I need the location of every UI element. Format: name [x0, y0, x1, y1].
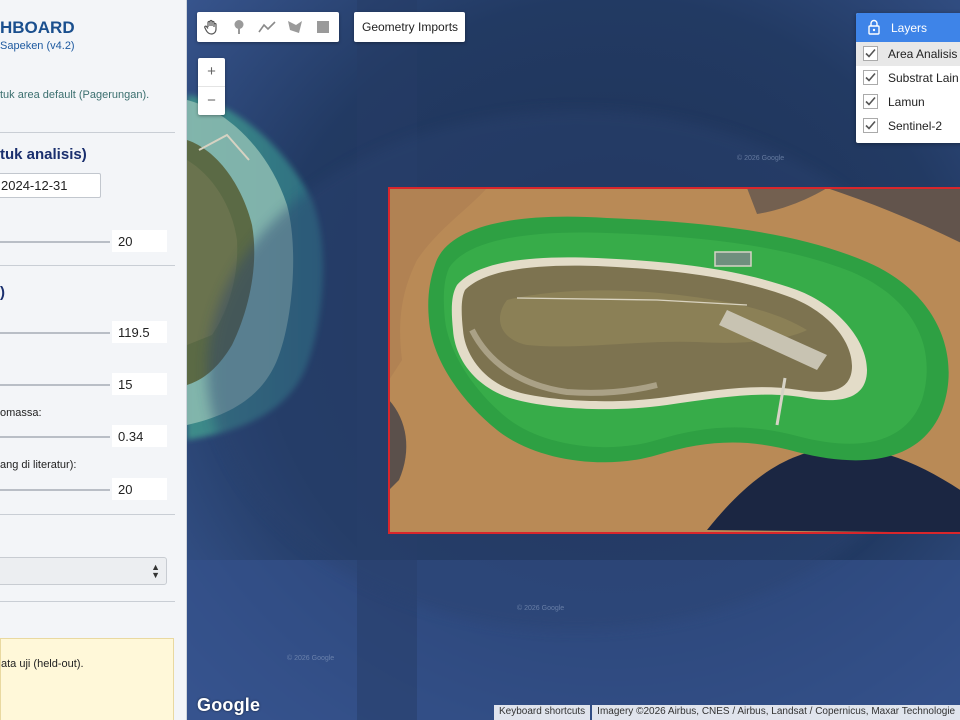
slider-track[interactable]: [0, 436, 110, 438]
method-select[interactable]: ▲ ▼: [0, 557, 167, 585]
checkbox-checked-icon[interactable]: [863, 118, 878, 133]
layer-label: Area Analisis: [888, 47, 958, 61]
slider-track[interactable]: [0, 384, 110, 386]
layers-title: Layers: [891, 21, 928, 35]
end-date-input[interactable]: 2024-12-31: [0, 173, 101, 198]
section-analysis-heading: tuk analisis): [0, 146, 87, 163]
zoom-in-button[interactable]: +: [198, 58, 225, 86]
svg-text:© 2026 Google: © 2026 Google: [517, 604, 564, 612]
polyline-icon[interactable]: [253, 12, 281, 42]
layer-item-sentinel-2[interactable]: Sentinel-2: [856, 114, 960, 138]
layer-label: Lamun: [888, 95, 925, 109]
checkbox-checked-icon[interactable]: [863, 70, 878, 85]
checkbox-checked-icon[interactable]: [863, 46, 878, 61]
map-view[interactable]: © 2026 Google © 2026 Google © 2026 Googl…: [187, 0, 960, 720]
map-attribution: Keyboard shortcuts Imagery ©2026 Airbus,…: [494, 705, 960, 720]
zoom-out-button[interactable]: −: [198, 87, 225, 115]
section-two-heading: ): [0, 284, 5, 301]
imagery-credit: Imagery ©2026 Airbus, CNES / Airbus, Lan…: [592, 705, 960, 720]
checkbox-checked-icon[interactable]: [863, 94, 878, 109]
satellite-imagery: © 2026 Google © 2026 Google © 2026 Googl…: [187, 0, 960, 720]
info-box: ata uji (held-out).: [0, 638, 174, 720]
layer-label: Sentinel-2: [888, 119, 943, 133]
layer-item-lamun[interactable]: Lamun: [856, 90, 960, 114]
slider-track[interactable]: [0, 241, 110, 243]
panel-title: HBOARD: [0, 18, 75, 37]
zoom-control: + −: [198, 58, 225, 115]
slider-4-value[interactable]: 0.34: [112, 425, 167, 447]
info-text: ata uji (held-out).: [1, 658, 84, 670]
layers-header[interactable]: Layers: [856, 13, 960, 42]
drawing-toolbar: [197, 12, 339, 42]
divider: [0, 514, 175, 515]
literature-label: ang di literatur):: [0, 459, 77, 471]
select-arrows-icon: ▲ ▼: [151, 562, 160, 580]
slider-2-value[interactable]: 119.5: [112, 321, 167, 343]
slider-1[interactable]: 20: [0, 230, 175, 254]
divider: [0, 601, 175, 602]
hand-icon[interactable]: [197, 12, 225, 42]
slider-track[interactable]: [0, 332, 110, 334]
slider-5[interactable]: 20: [0, 478, 175, 502]
slider-1-value[interactable]: 20: [112, 230, 167, 252]
layers-panel: Layers Area Analisis Substrat Lain Lamun…: [856, 13, 960, 143]
panel-note: tuk area default (Pagerungan).: [0, 89, 150, 101]
slider-3[interactable]: 15: [0, 373, 175, 397]
divider: [0, 132, 175, 133]
layer-item-substrat-lain[interactable]: Substrat Lain: [856, 66, 960, 90]
layer-item-area-analisis[interactable]: Area Analisis: [856, 42, 960, 66]
google-logo[interactable]: Google: [197, 695, 260, 716]
slider-4[interactable]: 0.34: [0, 425, 175, 449]
slider-track[interactable]: [0, 489, 110, 491]
slider-5-value[interactable]: 20: [112, 478, 167, 500]
slider-2[interactable]: 119.5: [0, 321, 175, 345]
biomass-label: omassa:: [0, 407, 42, 419]
control-panel: HBOARD Sapeken (v4.2) tuk area default (…: [0, 0, 187, 720]
polygon-icon[interactable]: [281, 12, 309, 42]
marker-icon[interactable]: [225, 12, 253, 42]
divider: [0, 265, 175, 266]
svg-text:© 2026 Google: © 2026 Google: [287, 654, 334, 662]
panel-subtitle: Sapeken (v4.2): [0, 40, 75, 52]
geometry-imports-button[interactable]: Geometry Imports: [354, 12, 465, 42]
slider-3-value[interactable]: 15: [112, 373, 167, 395]
rectangle-icon[interactable]: [309, 12, 337, 42]
layer-label: Substrat Lain: [888, 71, 959, 85]
analysis-area: [388, 187, 960, 534]
keyboard-shortcuts-link[interactable]: Keyboard shortcuts: [494, 705, 591, 720]
svg-text:© 2026 Google: © 2026 Google: [737, 154, 784, 162]
lock-icon: [868, 19, 880, 35]
